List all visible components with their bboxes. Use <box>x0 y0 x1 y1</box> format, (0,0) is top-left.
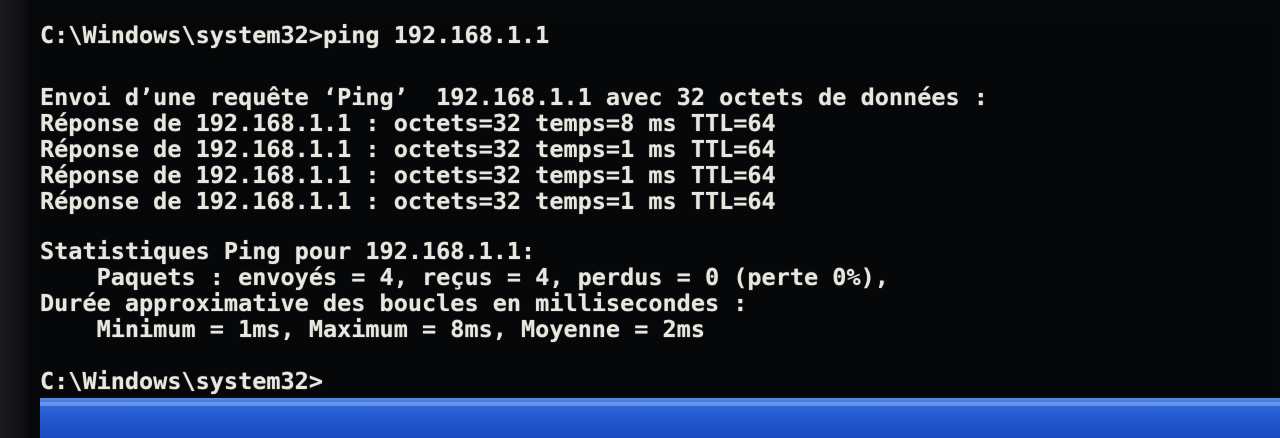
console-line-rtt-title: Durée approximative des boucles en milli… <box>40 289 748 317</box>
console-line-reply-1: Réponse de 192.168.1.1 : octets=32 temps… <box>40 109 776 137</box>
console-line-reply-2: Réponse de 192.168.1.1 : octets=32 temps… <box>40 135 776 163</box>
monitor-screen: C:\Windows\system32>ping 192.168.1.1 Env… <box>0 0 1280 438</box>
console-line-ping-header: Envoi d’une requête ‘Ping’ 192.168.1.1 a… <box>40 83 988 111</box>
taskbar-highlight <box>40 402 1280 406</box>
console-line-stats-title: Statistiques Ping pour 192.168.1.1: <box>40 237 536 265</box>
command-prompt-window[interactable]: C:\Windows\system32>ping 192.168.1.1 Env… <box>40 22 1275 394</box>
console-line-reply-4: Réponse de 192.168.1.1 : octets=32 temps… <box>40 187 776 215</box>
monitor-bezel <box>0 0 30 438</box>
console-line-packets: Paquets : envoyés = 4, reçus = 4, perdus… <box>40 263 889 291</box>
taskbar[interactable] <box>40 398 1280 438</box>
console-line-prompt[interactable]: C:\Windows\system32> <box>40 368 323 394</box>
console-line-command: C:\Windows\system32>ping 192.168.1.1 <box>40 21 550 49</box>
console-line-rtt-values: Minimum = 1ms, Maximum = 8ms, Moyenne = … <box>40 315 705 343</box>
console-line-reply-3: Réponse de 192.168.1.1 : octets=32 temps… <box>40 161 776 189</box>
